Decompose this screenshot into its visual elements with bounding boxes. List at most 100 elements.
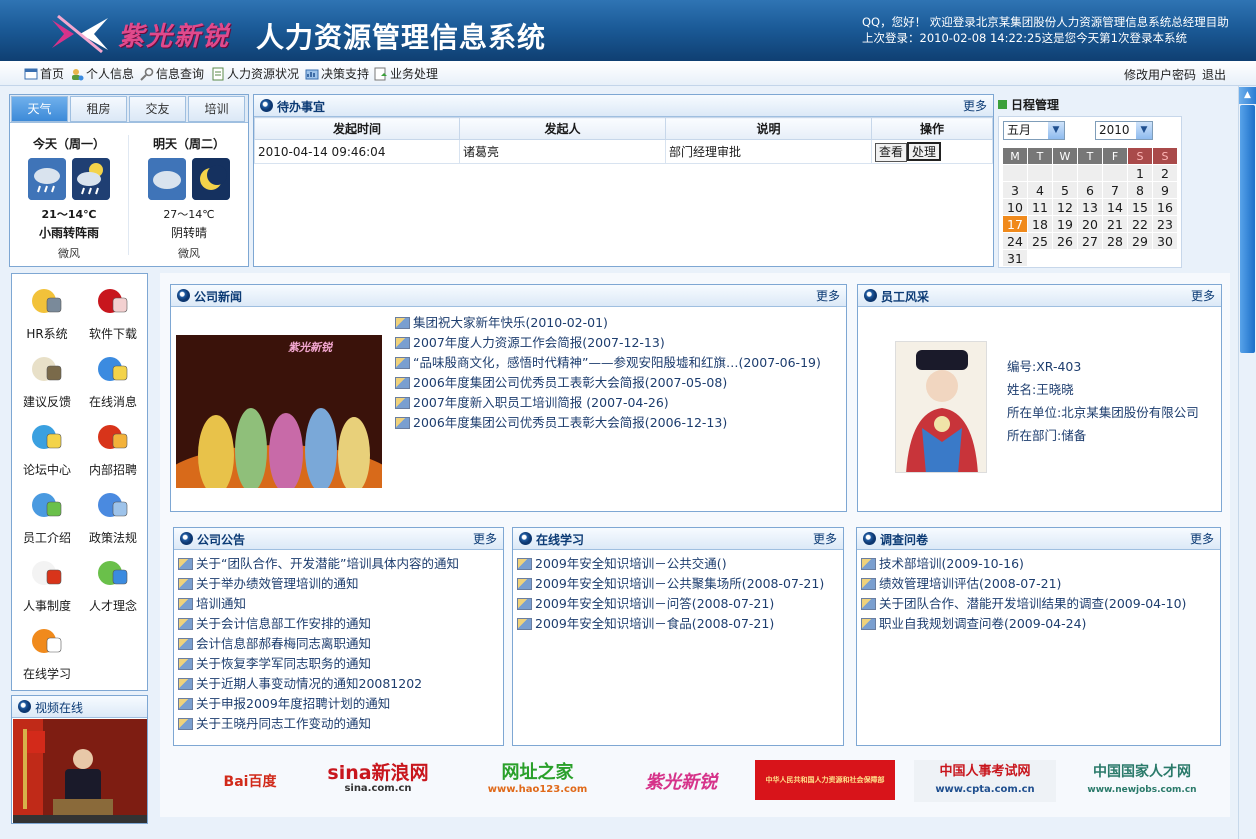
- calendar-day[interactable]: 25: [1028, 233, 1053, 250]
- learning-more-link[interactable]: 更多: [813, 530, 837, 547]
- list-item[interactable]: 关于举办绩效管理培训的通知: [178, 574, 459, 594]
- nav-info-query[interactable]: 信息查询: [140, 65, 204, 82]
- list-item[interactable]: 2006年度集团公司优秀员工表彰大会简报(2006-12-13): [395, 413, 821, 433]
- year-select[interactable]: 2010 ▼: [1095, 121, 1153, 140]
- list-item[interactable]: 集团祝大家新年快乐(2010-02-01): [395, 313, 821, 333]
- list-item[interactable]: 2007年度人力资源工作会简报(2007-12-13): [395, 333, 821, 353]
- logout-link[interactable]: 退出: [1202, 66, 1226, 83]
- list-item[interactable]: 2009年安全知识培训－公共聚集场所(2008-07-21): [517, 574, 824, 594]
- list-item[interactable]: 2009年安全知识培训－公共交通(): [517, 554, 824, 574]
- todo-more-link[interactable]: 更多: [963, 97, 987, 114]
- calendar-day[interactable]: 31: [1003, 250, 1028, 267]
- company-news-more-link[interactable]: 更多: [816, 287, 840, 304]
- calendar-day[interactable]: 9: [1153, 182, 1178, 199]
- newjobs-logo[interactable]: 中国国家人才网 www.newjobs.com.cn: [1074, 760, 1210, 802]
- quick-link-software-download[interactable]: 软件下载: [80, 284, 146, 342]
- tab-rent[interactable]: 租房: [70, 96, 127, 122]
- survey-more-link[interactable]: 更多: [1190, 530, 1214, 547]
- nav-hr-status[interactable]: 人力资源状况: [211, 65, 299, 82]
- sina-logo[interactable]: sina新浪网 sina.com.cn: [306, 760, 450, 802]
- calendar-day[interactable]: 16: [1153, 199, 1178, 216]
- video-player[interactable]: [13, 719, 147, 823]
- list-item[interactable]: 关于王晓丹同志工作变动的通知: [178, 714, 459, 734]
- list-item[interactable]: 培训通知: [178, 594, 459, 614]
- vertical-scrollbar[interactable]: ▲: [1238, 86, 1256, 839]
- hao123-logo[interactable]: 网址之家 www.hao123.com: [465, 760, 610, 802]
- calendar-day[interactable]: 24: [1003, 233, 1028, 250]
- quick-link-talent-idea[interactable]: 人才理念: [80, 556, 146, 614]
- calendar-day[interactable]: 3: [1003, 182, 1028, 199]
- tab-training[interactable]: 培训: [188, 96, 245, 122]
- quick-link-policy-law[interactable]: 政策法规: [80, 488, 146, 546]
- list-item[interactable]: 2006年度集团公司优秀员工表彰大会简报(2007-05-08): [395, 373, 821, 393]
- calendar-day-today[interactable]: 17: [1003, 216, 1028, 233]
- calendar-day[interactable]: 29: [1128, 233, 1153, 250]
- quick-link-staff-intro[interactable]: 员工介绍: [14, 488, 80, 546]
- quick-link-feedback[interactable]: 建议反馈: [14, 352, 80, 410]
- staff-photo[interactable]: [895, 341, 987, 473]
- tab-weather[interactable]: 天气: [11, 96, 68, 122]
- staff-more-link[interactable]: 更多: [1191, 287, 1215, 304]
- scroll-up-icon[interactable]: ▲: [1239, 87, 1256, 104]
- change-password-link[interactable]: 修改用户密码: [1124, 66, 1196, 83]
- calendar-day[interactable]: 27: [1078, 233, 1103, 250]
- calendar-day[interactable]: 15: [1128, 199, 1153, 216]
- calendar-day[interactable]: 1: [1128, 165, 1153, 182]
- calendar-day[interactable]: 7: [1103, 182, 1128, 199]
- quick-link-hr-system[interactable]: HR系统: [14, 284, 80, 342]
- calendar-day[interactable]: 2: [1153, 165, 1178, 182]
- calendar-day[interactable]: 28: [1103, 233, 1128, 250]
- list-item[interactable]: 绩效管理培训评估(2008-07-21): [861, 574, 1186, 594]
- quick-link-online-message[interactable]: 在线消息: [80, 352, 146, 410]
- list-item[interactable]: 会计信息部郝春梅同志离职通知: [178, 634, 459, 654]
- calendar-day[interactable]: 14: [1103, 199, 1128, 216]
- calendar-day[interactable]: 20: [1078, 216, 1103, 233]
- nav-decision-support[interactable]: 决策支持: [305, 65, 369, 82]
- notices-more-link[interactable]: 更多: [473, 530, 497, 547]
- calendar-day[interactable]: 18: [1028, 216, 1053, 233]
- nav-business[interactable]: 业务处理: [374, 65, 438, 82]
- calendar-day[interactable]: 8: [1128, 182, 1153, 199]
- list-item[interactable]: 2007年度新入职员工培训简报 (2007-04-26): [395, 393, 821, 413]
- list-item[interactable]: 职业自我规划调查问卷(2009-04-24): [861, 614, 1186, 634]
- calendar-day[interactable]: 22: [1128, 216, 1153, 233]
- list-item[interactable]: 2009年安全知识培训－问答(2008-07-21): [517, 594, 824, 614]
- calendar-day[interactable]: 13: [1078, 199, 1103, 216]
- calendar-day[interactable]: 11: [1028, 199, 1053, 216]
- calendar-day[interactable]: 19: [1053, 216, 1078, 233]
- list-item[interactable]: “品味殷商文化，感悟时代精神”——参观安阳殷墟和红旗…(2007-06-19): [395, 353, 821, 373]
- tab-friends[interactable]: 交友: [129, 96, 186, 122]
- list-item[interactable]: 关于申报2009年度招聘计划的通知: [178, 694, 459, 714]
- list-item[interactable]: 关于恢复李学军同志职务的通知: [178, 654, 459, 674]
- list-item[interactable]: 关于团队合作、潜能开发培训结果的调查(2009-04-10): [861, 594, 1186, 614]
- calendar-day[interactable]: 26: [1053, 233, 1078, 250]
- list-item[interactable]: 关于会计信息部工作安排的通知: [178, 614, 459, 634]
- ziguang-partner-logo[interactable]: 紫光新锐: [615, 760, 747, 802]
- quick-link-forum-center[interactable]: 论坛中心: [14, 420, 80, 478]
- mohrss-logo[interactable]: 中华人民共和国人力资源和社会保障部: [755, 760, 895, 800]
- nav-personal-info[interactable]: 个人信息: [70, 65, 134, 82]
- calendar-day[interactable]: 12: [1053, 199, 1078, 216]
- calendar-day[interactable]: 4: [1028, 182, 1053, 199]
- list-item[interactable]: 技术部培训(2009-10-16): [861, 554, 1186, 574]
- quick-link-internal-recruit[interactable]: 内部招聘: [80, 420, 146, 478]
- calendar-day[interactable]: 21: [1103, 216, 1128, 233]
- list-item[interactable]: 2009年安全知识培训－食品(2008-07-21): [517, 614, 824, 634]
- month-select[interactable]: 五月 ▼: [1003, 121, 1065, 140]
- calendar-day[interactable]: 6: [1078, 182, 1103, 199]
- list-item[interactable]: 关于“团队合作、开发潜能”培训具体内容的通知: [178, 554, 459, 574]
- quick-link-personnel-rules[interactable]: 人事制度: [14, 556, 80, 614]
- calendar-day[interactable]: 5: [1053, 182, 1078, 199]
- calendar-day[interactable]: 30: [1153, 233, 1178, 250]
- view-button[interactable]: 查看: [875, 142, 908, 162]
- cpta-logo[interactable]: 中国人事考试网 www.cpta.com.cn: [914, 760, 1056, 802]
- quick-link-online-learning[interactable]: 在线学习: [14, 624, 80, 682]
- calendar-day[interactable]: 23: [1153, 216, 1178, 233]
- news-photo[interactable]: 紫光新锐: [176, 335, 382, 488]
- list-item[interactable]: 关于近期人事变动情况的通知20081202: [178, 674, 459, 694]
- scroll-thumb[interactable]: [1240, 105, 1255, 353]
- baidu-logo[interactable]: Bai百度: [200, 760, 300, 802]
- handle-button[interactable]: 处理: [907, 141, 942, 161]
- calendar-day[interactable]: 10: [1003, 199, 1028, 216]
- nav-home[interactable]: 首页: [24, 65, 64, 82]
